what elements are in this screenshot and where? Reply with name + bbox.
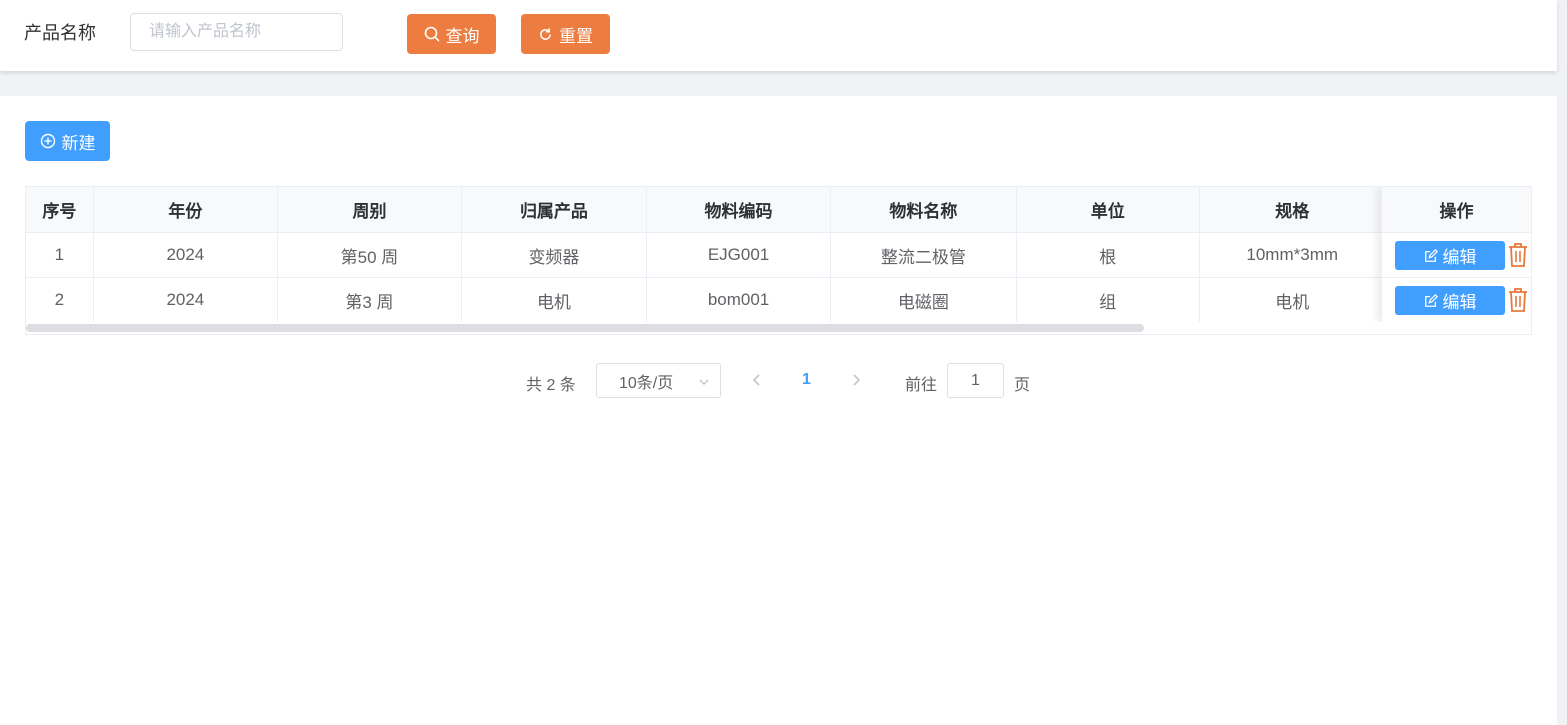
cell-year: 2024 xyxy=(93,277,279,323)
cell-material-name: 电磁圈 xyxy=(830,277,1017,323)
search-panel: 产品名称 查询 重置 xyxy=(0,0,1557,71)
search-icon xyxy=(424,26,440,42)
chevron-down-icon xyxy=(698,375,710,393)
product-name-input[interactable] xyxy=(130,13,343,51)
edit-button-label: 编辑 xyxy=(1442,293,1477,312)
plus-circle-icon xyxy=(40,133,56,149)
page-number-current[interactable]: 1 xyxy=(802,371,811,389)
edit-button[interactable]: 编辑 xyxy=(1395,286,1505,315)
pagination-total: 共 2 条 xyxy=(526,377,576,394)
new-button-label: 新建 xyxy=(61,133,96,153)
table-row: 2 2024 第3 周 电机 bom001 电磁圈 组 电机 xyxy=(26,277,1531,323)
trash-icon[interactable] xyxy=(1507,242,1529,271)
operation-cell: 编辑 xyxy=(1382,278,1531,323)
cell-material-code: bom001 xyxy=(646,277,832,323)
header-index: 序号 xyxy=(26,187,94,233)
page-unit-label: 页 xyxy=(1014,377,1031,394)
query-button[interactable]: 查询 xyxy=(407,14,496,54)
query-button-label: 查询 xyxy=(445,26,480,46)
cell-spec: 电机 xyxy=(1199,277,1386,323)
chevron-right-icon[interactable] xyxy=(849,373,863,390)
header-product: 归属产品 xyxy=(461,187,647,233)
data-table: 序号 年份 周别 归属产品 物料编码 物料名称 单位 规格 1 2024 第50… xyxy=(25,186,1532,335)
edit-button[interactable]: 编辑 xyxy=(1395,241,1505,270)
table-grid: 序号 年份 周别 归属产品 物料编码 物料名称 单位 规格 1 2024 第50… xyxy=(26,187,1531,323)
cell-material-code: EJG001 xyxy=(646,232,832,278)
cell-product: 电机 xyxy=(461,277,647,323)
header-material-name: 物料名称 xyxy=(830,187,1017,233)
edit-button-label: 编辑 xyxy=(1442,248,1477,267)
reset-button[interactable]: 重置 xyxy=(521,14,610,54)
header-operation: 操作 xyxy=(1382,187,1531,233)
chevron-left-icon[interactable] xyxy=(750,373,764,390)
table-header-row: 序号 年份 周别 归属产品 物料编码 物料名称 单位 规格 xyxy=(26,187,1531,233)
goto-page-input[interactable] xyxy=(947,363,1004,398)
reset-button-label: 重置 xyxy=(559,26,593,46)
cell-index: 1 xyxy=(26,232,94,278)
table-row: 1 2024 第50 周 变频器 EJG001 整流二极管 根 10mm*3mm xyxy=(26,232,1531,278)
horizontal-scrollbar[interactable] xyxy=(26,322,1531,334)
cell-product: 变频器 xyxy=(461,232,647,278)
cell-unit: 组 xyxy=(1016,277,1200,323)
product-name-label: 产品名称 xyxy=(24,23,96,43)
cell-unit: 根 xyxy=(1016,232,1200,278)
header-week: 周别 xyxy=(277,187,462,233)
header-material-code: 物料编码 xyxy=(646,187,832,233)
cell-week: 第3 周 xyxy=(277,277,462,323)
page-size-value: 10条/页 xyxy=(619,374,674,392)
scrollbar-thumb[interactable] xyxy=(26,324,1144,332)
operation-cell: 编辑 xyxy=(1382,233,1531,278)
goto-label: 前往 xyxy=(905,377,938,394)
page-size-select[interactable]: 10条/页 xyxy=(596,363,721,398)
pagination: 共 2 条 10条/页 1 前往 页 xyxy=(0,363,1557,399)
cell-material-name: 整流二极管 xyxy=(830,232,1017,278)
trash-icon[interactable] xyxy=(1507,287,1529,316)
new-button[interactable]: 新建 xyxy=(25,121,110,161)
refresh-icon xyxy=(538,27,553,42)
header-spec: 规格 xyxy=(1199,187,1386,233)
header-year: 年份 xyxy=(93,187,279,233)
edit-icon xyxy=(1424,248,1438,263)
cell-index: 2 xyxy=(26,277,94,323)
main-panel: 新建 序号 年份 周别 归属产品 物料编码 物料名称 单位 规格 1 2024 … xyxy=(0,96,1557,725)
edit-icon xyxy=(1424,293,1438,308)
cell-year: 2024 xyxy=(93,232,279,278)
header-unit: 单位 xyxy=(1016,187,1200,233)
operation-column: 操作 编辑 编辑 xyxy=(1381,187,1531,323)
cell-spec: 10mm*3mm xyxy=(1199,232,1386,278)
cell-week: 第50 周 xyxy=(277,232,462,278)
